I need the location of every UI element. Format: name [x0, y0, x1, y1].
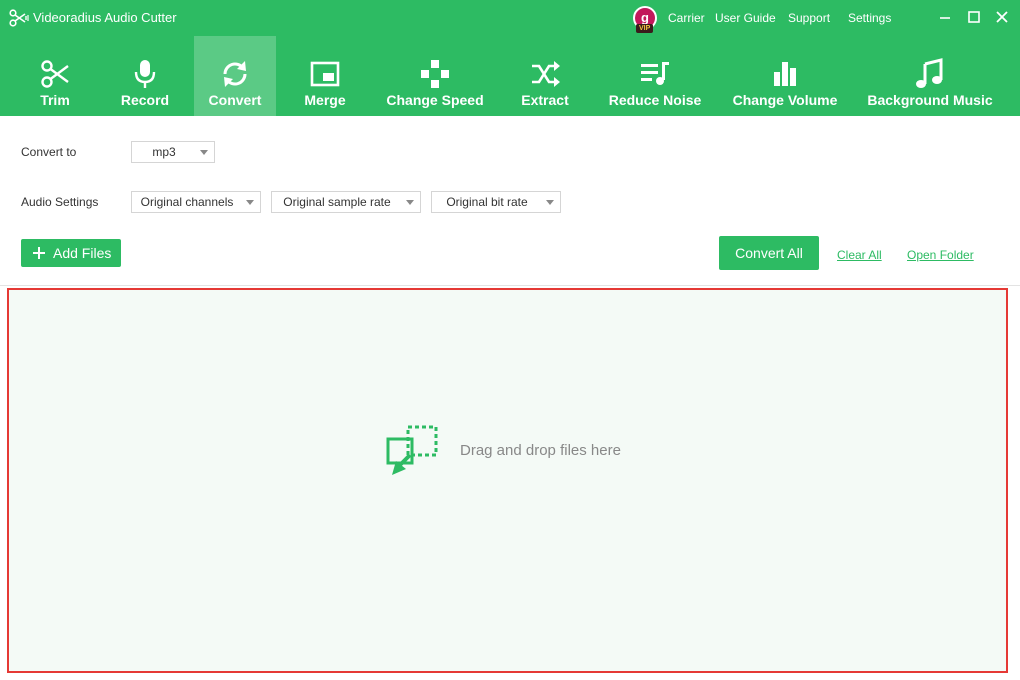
tool-trim[interactable]: Trim	[15, 36, 95, 116]
app-title: Videoradius Audio Cutter	[33, 10, 177, 25]
tool-label: Reduce Noise	[608, 92, 702, 108]
tool-label: Change Speed	[386, 92, 484, 108]
sample-rate-value: Original sample rate	[283, 195, 391, 209]
add-files-label: Add Files	[53, 245, 112, 261]
convert-to-label: Convert to	[21, 145, 77, 159]
chevron-down-icon	[200, 150, 208, 155]
clear-all-link[interactable]: Clear All	[837, 248, 882, 262]
tool-reduce-noise[interactable]: Reduce Noise	[604, 36, 706, 116]
audio-settings-label: Audio Settings	[21, 195, 99, 209]
convert-all-button[interactable]: Convert All	[719, 236, 819, 270]
bit-rate-select[interactable]: Original bit rate	[431, 191, 561, 213]
settings-link[interactable]: Settings	[848, 11, 891, 25]
volume-bars-icon	[774, 62, 796, 86]
channels-value: Original channels	[140, 195, 234, 209]
open-folder-link[interactable]: Open Folder	[907, 248, 974, 262]
main-toolbar: Trim Record Convert Merge Change Speed E…	[0, 36, 1020, 116]
drop-zone[interactable]: Drag and drop files here	[7, 288, 1008, 673]
tool-background-music[interactable]: Background Music	[862, 36, 998, 116]
app-logo-icon	[9, 9, 29, 27]
chevron-down-icon	[246, 200, 254, 205]
channels-select[interactable]: Original channels	[131, 191, 261, 213]
tool-label: Merge	[304, 92, 346, 108]
merge-icon	[310, 61, 340, 87]
shuffle-icon	[532, 61, 560, 87]
tool-label: Record	[120, 92, 170, 108]
format-select[interactable]: mp3	[131, 141, 215, 163]
tool-label: Extract	[521, 92, 569, 108]
speed-icon	[421, 60, 449, 88]
tool-convert[interactable]: Convert	[194, 36, 276, 116]
drop-zone-text: Drag and drop files here	[460, 442, 621, 459]
drag-drop-icon	[386, 425, 438, 475]
title-bar: Videoradius Audio Cutter g VIP Carrier U…	[0, 0, 1020, 36]
convert-all-label: Convert All	[735, 245, 803, 261]
close-icon[interactable]	[994, 9, 1010, 25]
divider	[0, 285, 1020, 286]
user-guide-link[interactable]: User Guide	[715, 11, 776, 25]
tool-change-speed[interactable]: Change Speed	[380, 36, 490, 116]
tool-merge[interactable]: Merge	[286, 36, 364, 116]
plus-icon	[33, 247, 45, 259]
tool-record[interactable]: Record	[105, 36, 185, 116]
tool-change-volume[interactable]: Change Volume	[726, 36, 844, 116]
carrier-link[interactable]: Carrier	[668, 11, 705, 25]
tool-label: Background Music	[867, 92, 993, 108]
support-link[interactable]: Support	[788, 11, 830, 25]
tool-label: Convert	[208, 92, 262, 108]
bit-rate-value: Original bit rate	[446, 195, 528, 209]
music-note-icon	[916, 58, 943, 88]
sample-rate-select[interactable]: Original sample rate	[271, 191, 421, 213]
microphone-icon	[134, 60, 156, 88]
noise-icon	[641, 62, 669, 85]
add-files-button[interactable]: Add Files	[21, 239, 121, 267]
tool-label: Trim	[40, 92, 70, 108]
chevron-down-icon	[406, 200, 414, 205]
tool-label: Change Volume	[732, 92, 838, 108]
minimize-icon[interactable]	[937, 9, 953, 25]
tool-extract[interactable]: Extract	[508, 36, 582, 116]
scissors-icon	[41, 60, 69, 88]
chevron-down-icon	[546, 200, 554, 205]
maximize-icon[interactable]	[966, 9, 982, 25]
convert-icon	[223, 61, 247, 87]
vip-badge: VIP	[636, 24, 654, 33]
format-value: mp3	[152, 145, 176, 159]
